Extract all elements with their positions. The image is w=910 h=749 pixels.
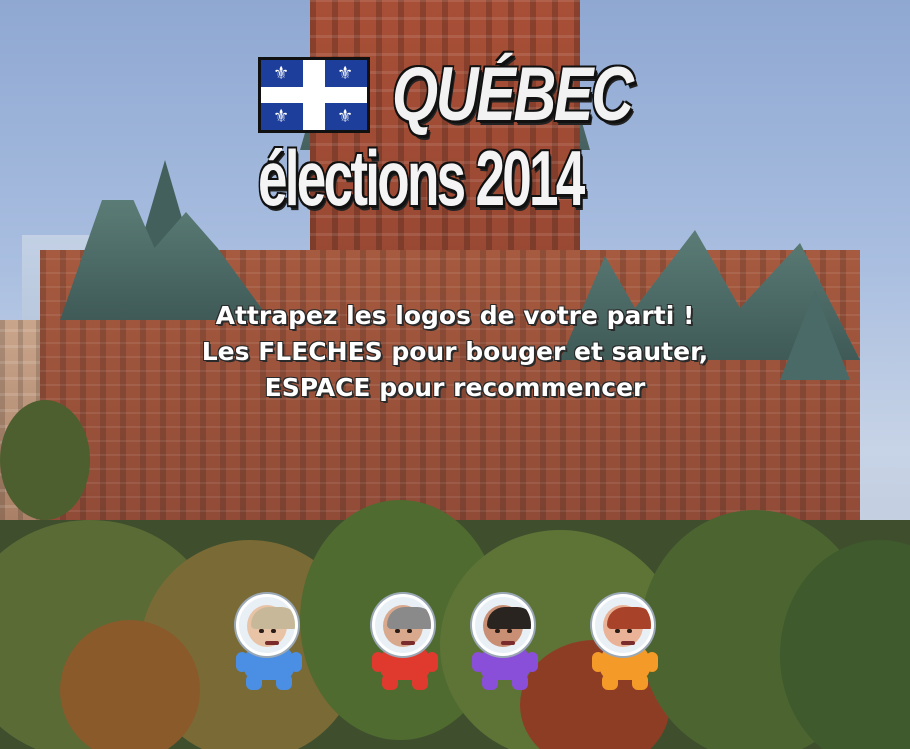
- character-face: [603, 605, 651, 647]
- character-face: [383, 605, 431, 647]
- character-helmet: [592, 594, 654, 656]
- instructions: Attrapez les logos de votre parti ! Les …: [0, 298, 910, 406]
- character-leg: [602, 674, 618, 690]
- character-leg: [512, 674, 528, 690]
- character-helmet: [236, 594, 298, 656]
- title-elections: élections 2014: [258, 134, 585, 222]
- character-red[interactable]: [372, 594, 438, 692]
- game-scene[interactable]: ⚜ ⚜ ⚜ ⚜ QUÉBEC élections 2014 Attrapez l…: [0, 0, 910, 749]
- character-leg: [382, 674, 398, 690]
- tree: [0, 400, 90, 520]
- character-leg: [246, 674, 262, 690]
- title-quebec: QUÉBEC: [392, 52, 634, 137]
- character-face: [247, 605, 295, 647]
- character-leg: [482, 674, 498, 690]
- character-purple[interactable]: [472, 594, 538, 692]
- instruction-line: Attrapez les logos de votre parti !: [215, 301, 695, 330]
- character-leg: [632, 674, 648, 690]
- character-leg: [412, 674, 428, 690]
- quebec-flag-icon: ⚜ ⚜ ⚜ ⚜: [258, 57, 370, 133]
- character-orange[interactable]: [592, 594, 658, 692]
- character-helmet: [472, 594, 534, 656]
- character-helmet: [372, 594, 434, 656]
- title-row: ⚜ ⚜ ⚜ ⚜ QUÉBEC: [258, 55, 699, 135]
- character-blue[interactable]: [236, 594, 302, 692]
- instruction-line: ESPACE pour recommencer: [264, 373, 646, 402]
- tree: [60, 620, 200, 749]
- character-leg: [276, 674, 292, 690]
- character-face: [483, 605, 531, 647]
- instruction-line: Les FLECHES pour bouger et sauter,: [201, 337, 709, 366]
